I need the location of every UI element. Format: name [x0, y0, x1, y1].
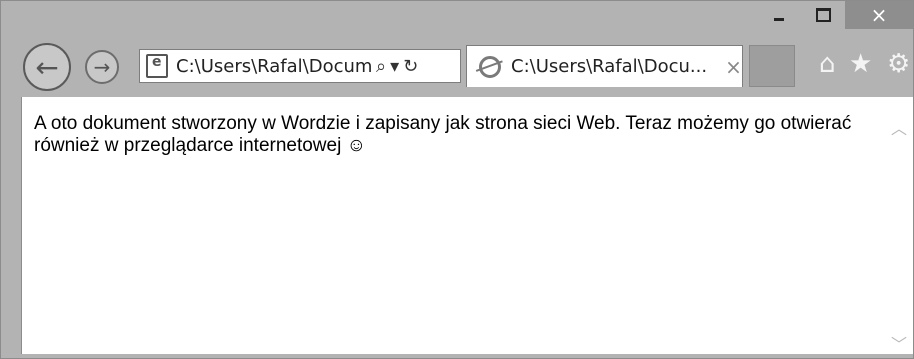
- vertical-scrollbar[interactable]: ︿ ﹀: [883, 97, 913, 354]
- search-icon[interactable]: ⌕: [376, 56, 386, 77]
- minimize-icon: [774, 17, 784, 21]
- dropdown-icon[interactable]: ▾: [390, 56, 399, 77]
- address-bar[interactable]: C:\Users\Rafal\Docum ⌕ ▾ ↻: [139, 49, 461, 83]
- close-tab-icon[interactable]: ×: [725, 55, 742, 79]
- new-tab-button[interactable]: [749, 45, 795, 87]
- page-icon: [146, 54, 168, 78]
- navigation-toolbar: ← → C:\Users\Rafal\Docum ⌕ ▾ ↻ C:\Users\…: [1, 29, 913, 97]
- refresh-icon[interactable]: ↻: [403, 56, 418, 77]
- home-icon[interactable]: ⌂: [819, 51, 836, 77]
- scroll-up-icon[interactable]: ︿: [891, 115, 907, 138]
- address-input[interactable]: C:\Users\Rafal\Docum: [176, 56, 372, 77]
- close-window-button[interactable]: ×: [845, 1, 913, 29]
- favorites-icon[interactable]: ★: [849, 51, 872, 77]
- tools-gear-icon[interactable]: ⚙: [887, 51, 910, 77]
- browser-window: × ← → C:\Users\Rafal\Docum ⌕ ▾ ↻ C:\User…: [0, 0, 914, 359]
- back-arrow-icon: ←: [35, 50, 59, 84]
- maximize-button[interactable]: [801, 1, 845, 29]
- document-text: A oto dokument stworzony w Wordzie i zap…: [34, 113, 852, 156]
- maximize-icon: [815, 8, 831, 22]
- forward-arrow-icon: →: [93, 55, 111, 79]
- tab-title: C:\Users\Rafal\Docu...: [511, 56, 708, 77]
- back-button[interactable]: ←: [23, 43, 71, 91]
- minimize-button[interactable]: [757, 1, 801, 29]
- forward-button[interactable]: →: [85, 50, 119, 84]
- ie-logo-icon: [479, 55, 501, 78]
- tab-active[interactable]: C:\Users\Rafal\Docu... ×: [466, 45, 743, 87]
- scroll-down-icon[interactable]: ﹀: [891, 331, 907, 354]
- page-content: A oto dokument stworzony w Wordzie i zap…: [21, 97, 883, 354]
